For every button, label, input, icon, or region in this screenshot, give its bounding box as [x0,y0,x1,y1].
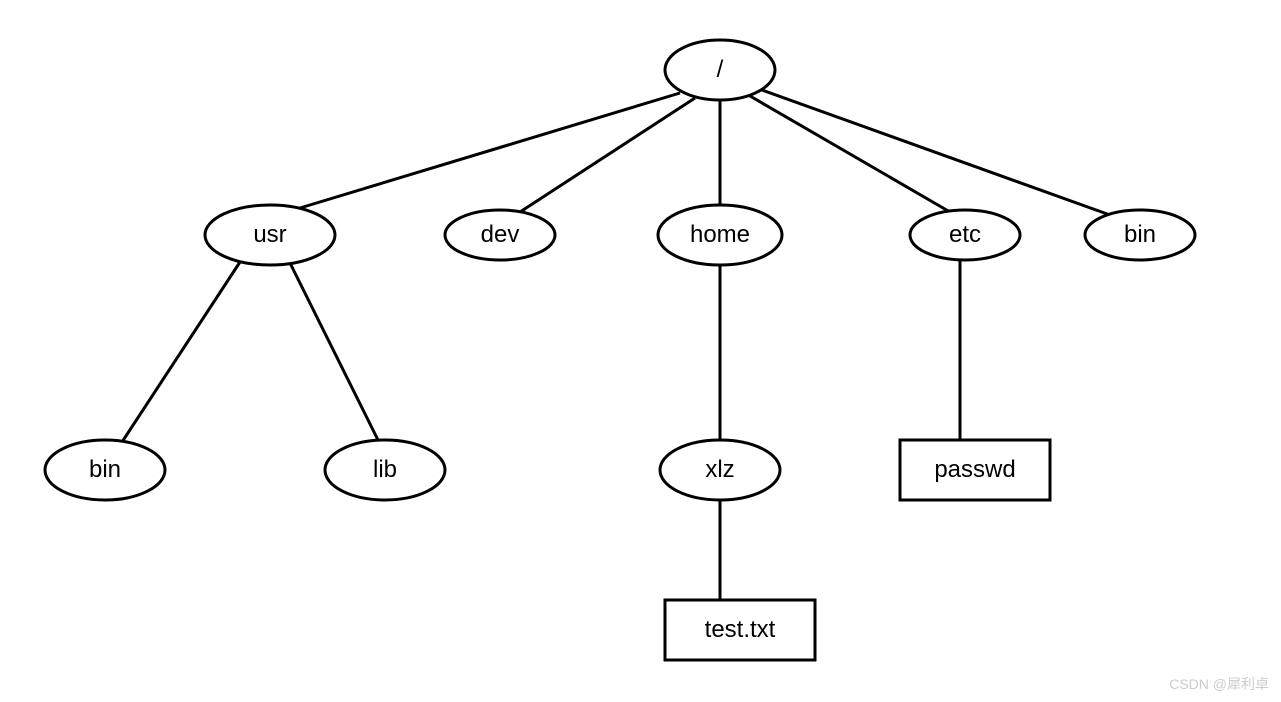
watermark: CSDN @犀利卓 [1169,674,1269,694]
label-dev: dev [481,221,520,249]
label-bin: bin [1124,221,1156,249]
label-usr-lib: lib [373,456,397,484]
label-root: / [717,56,724,84]
label-xlz: xlz [705,456,734,484]
tree-edges [122,90,1110,600]
label-usr: usr [253,221,286,249]
filesystem-tree-diagram [0,0,1281,702]
label-etc: etc [949,221,981,249]
label-home: home [690,221,750,249]
label-passwd: passwd [934,456,1015,484]
label-test-txt: test.txt [705,616,776,644]
label-usr-bin: bin [89,456,121,484]
